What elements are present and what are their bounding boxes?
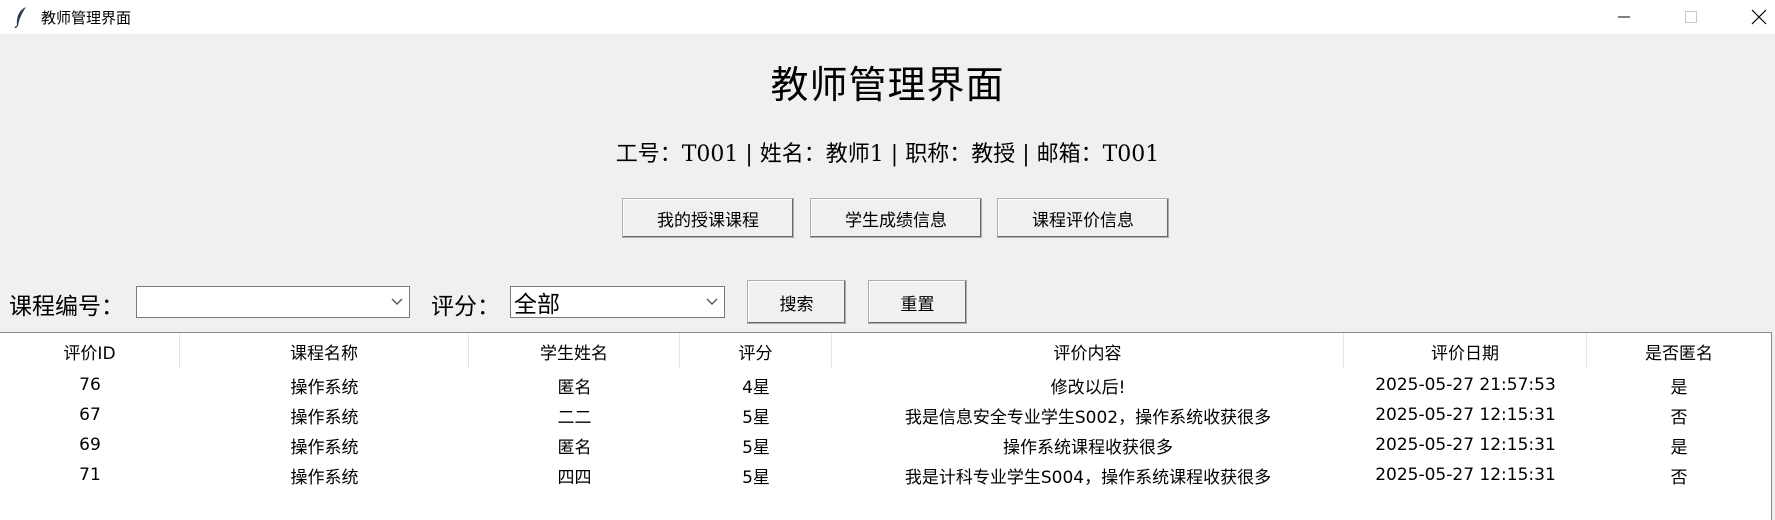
feather-icon <box>10 6 32 28</box>
page-title: 教师管理界面 <box>770 63 1005 107</box>
table-cell: 5星 <box>742 437 770 458</box>
window-titlebar: 教师管理界面 <box>0 0 1775 34</box>
table-row[interactable]: 67 操作系统 二二 5星 我是信息安全专业学生S002，操作系统收获很多 20… <box>0 400 1771 430</box>
column-header[interactable]: 课程名称 <box>180 333 469 369</box>
course-id-label: 课程编号： <box>9 294 124 320</box>
chevron-down-icon[interactable] <box>385 287 409 317</box>
table-cell: 69 <box>79 435 101 455</box>
search-button[interactable]: 搜索 <box>747 280 846 324</box>
maximize-button[interactable] <box>1662 0 1720 34</box>
score-combobox[interactable]: 全部 <box>510 286 725 318</box>
table-cell: 我是计科专业学生S004，操作系统课程收获很多 <box>904 467 1272 488</box>
table-cell: 二二 <box>557 407 592 428</box>
table-cell: 匿名 <box>557 437 592 458</box>
course-id-combobox[interactable] <box>136 286 410 318</box>
column-header[interactable]: 学生姓名 <box>469 333 680 369</box>
table-row[interactable]: 71 操作系统 四四 5星 我是计科专业学生S004，操作系统课程收获很多 20… <box>0 460 1771 490</box>
score-label: 评分： <box>431 294 500 320</box>
table-cell: 是 <box>1670 377 1688 398</box>
chevron-down-icon[interactable] <box>700 287 724 317</box>
close-button[interactable] <box>1730 0 1775 34</box>
table-cell: 操作系统课程收获很多 <box>1003 437 1173 458</box>
table-body: 76 操作系统 匿名 4星 修改以后! 2025-05-27 21:57:53 … <box>0 370 1771 490</box>
table-cell: 操作系统 <box>290 377 359 398</box>
table-cell: 2025-05-27 12:15:31 <box>1375 435 1556 455</box>
minimize-icon <box>1618 16 1630 18</box>
course-evaluations-button[interactable]: 课程评价信息 <box>997 198 1169 238</box>
student-grades-button[interactable]: 学生成绩信息 <box>810 198 982 238</box>
table-row[interactable]: 69 操作系统 匿名 5星 操作系统课程收获很多 2025-05-27 12:1… <box>0 430 1771 460</box>
close-icon <box>1751 9 1767 25</box>
table-row[interactable]: 76 操作系统 匿名 4星 修改以后! 2025-05-27 21:57:53 … <box>0 370 1771 400</box>
table-cell: 4星 <box>742 377 770 398</box>
table-header: 评价ID 课程名称 学生姓名 评分 评价内容 评价日期 是否匿名 <box>0 333 1771 369</box>
window-title: 教师管理界面 <box>41 8 132 27</box>
table-cell: 是 <box>1670 437 1688 458</box>
table-cell: 操作系统 <box>290 437 359 458</box>
score-value: 全部 <box>514 292 560 318</box>
column-header[interactable]: 评分 <box>680 333 832 369</box>
table-cell: 71 <box>79 465 101 485</box>
table-cell: 四四 <box>557 467 592 488</box>
my-courses-button[interactable]: 我的授课课程 <box>622 198 794 238</box>
table-cell: 2025-05-27 12:15:31 <box>1375 405 1556 425</box>
column-header[interactable]: 评价日期 <box>1344 333 1587 369</box>
column-header[interactable]: 评价内容 <box>832 333 1344 369</box>
table-cell: 我是信息安全专业学生S002，操作系统收获很多 <box>904 407 1272 428</box>
table-cell: 否 <box>1670 467 1688 488</box>
table-cell: 5星 <box>742 407 770 428</box>
evaluations-table[interactable]: 评价ID 课程名称 学生姓名 评分 评价内容 评价日期 是否匿名 76 操作系统… <box>0 332 1772 520</box>
table-cell: 2025-05-27 21:57:53 <box>1375 375 1556 395</box>
table-cell: 67 <box>79 405 101 425</box>
column-header[interactable]: 是否匿名 <box>1587 333 1771 369</box>
column-header[interactable]: 评价ID <box>0 333 180 369</box>
table-cell: 2025-05-27 12:15:31 <box>1375 465 1556 485</box>
reset-button[interactable]: 重置 <box>868 280 967 324</box>
table-cell: 5星 <box>742 467 770 488</box>
table-cell: 操作系统 <box>290 407 359 428</box>
minimize-button[interactable] <box>1595 0 1653 34</box>
table-cell: 76 <box>79 375 101 395</box>
table-cell: 否 <box>1670 407 1688 428</box>
table-cell: 修改以后! <box>1050 377 1126 398</box>
table-cell: 匿名 <box>557 377 592 398</box>
maximize-icon <box>1685 11 1697 23</box>
teacher-info: 工号：T001 | 姓名：教师1 | 职称：教授 | 邮箱：T001 <box>615 142 1160 167</box>
table-cell: 操作系统 <box>290 467 359 488</box>
